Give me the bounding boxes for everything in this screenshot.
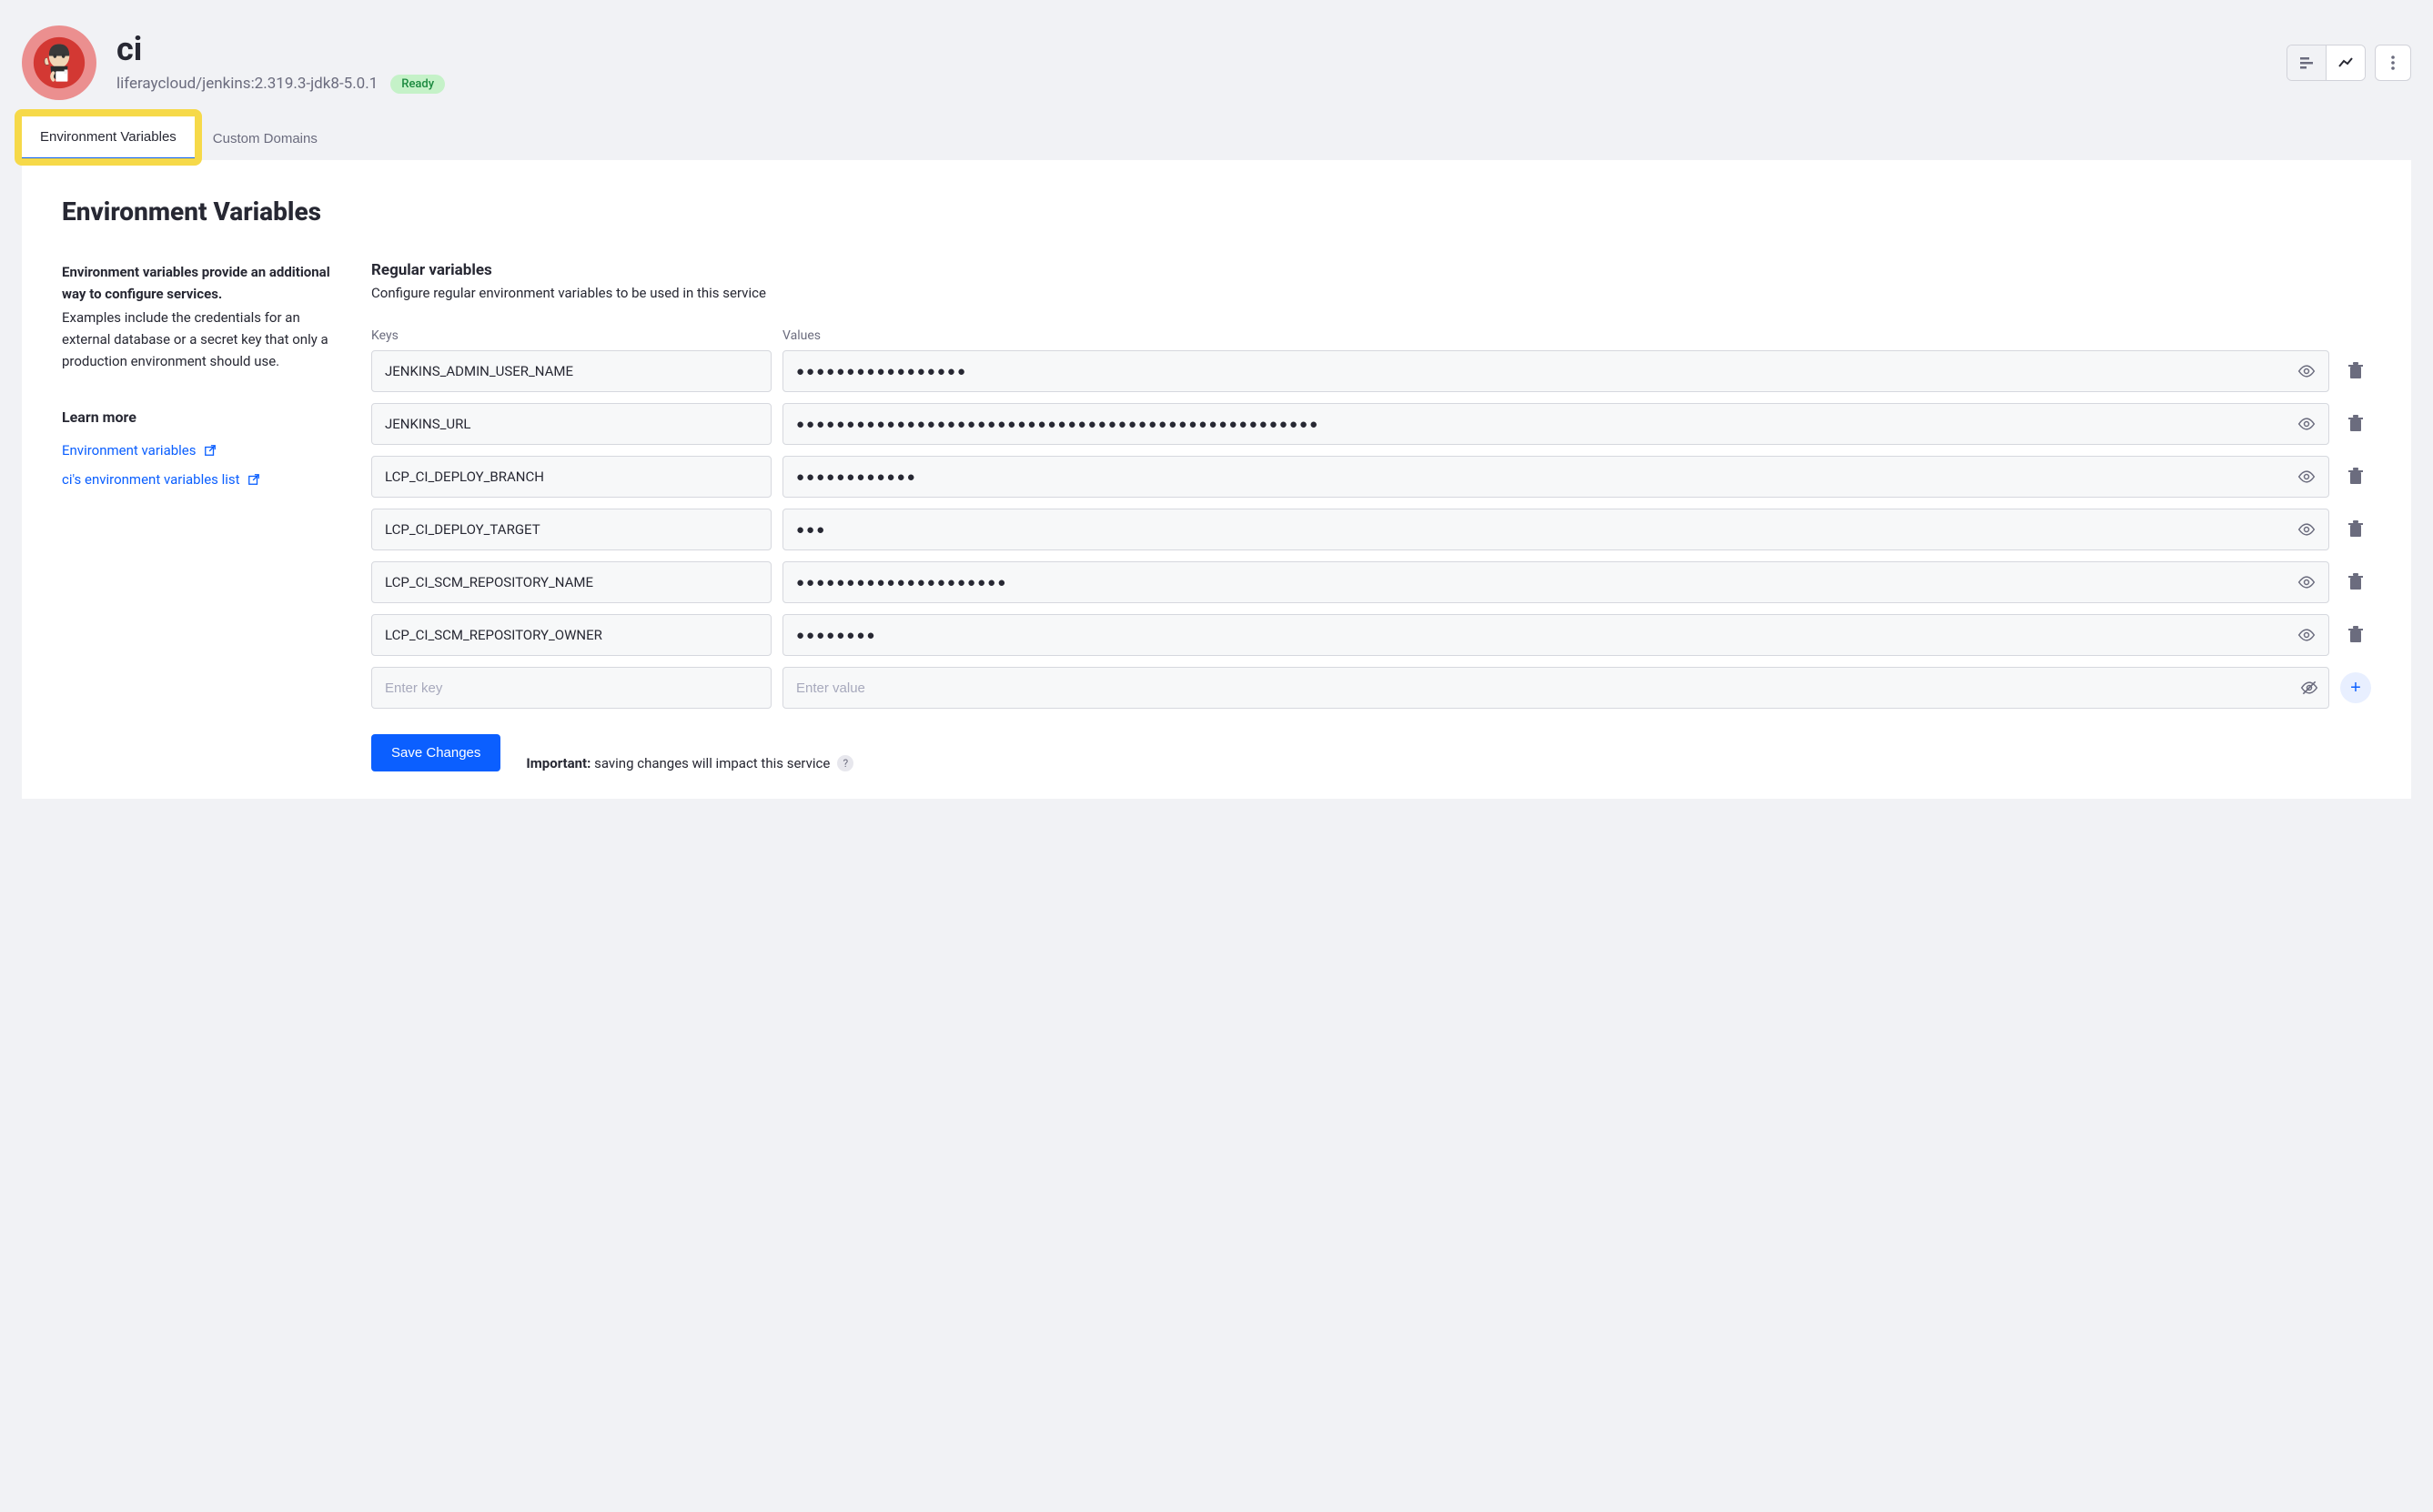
trash-icon <box>2347 520 2364 539</box>
new-variable-row: + <box>371 667 2371 709</box>
toggle-visibility-button[interactable] <box>2297 520 2316 539</box>
save-changes-button[interactable]: Save Changes <box>371 734 500 771</box>
key-input[interactable]: LCP_CI_SCM_REPOSITORY_NAME <box>371 561 772 603</box>
tab-environment-variables[interactable]: Environment Variables <box>22 116 195 160</box>
variable-row: LCP_CI_SCM_REPOSITORY_OWNER ●●●●●●●● <box>371 614 2371 656</box>
value-input[interactable]: ●●●●●●●●●●●●●●●●●●●●● <box>782 561 2329 603</box>
list-icon <box>2298 55 2315 71</box>
toggle-visibility-button[interactable] <box>2297 362 2316 380</box>
key-input[interactable]: LCP_CI_DEPLOY_BRANCH <box>371 456 772 498</box>
kebab-icon <box>2385 55 2401 71</box>
new-key-input[interactable] <box>371 667 772 709</box>
intro-strong: Environment variables provide an additio… <box>62 261 335 305</box>
link-environment-variables[interactable]: Environment variables <box>62 442 197 459</box>
toggle-visibility-button[interactable] <box>2297 468 2316 486</box>
eye-off-icon <box>2300 679 2318 697</box>
service-image-tag: liferaycloud/jenkins:2.319.3-jdk8-5.0.1 <box>116 75 378 93</box>
value-input[interactable]: ●●●●●●●●●●●●●●●●●●●●●●●●●●●●●●●●●●●●●●●●… <box>782 403 2329 445</box>
eye-icon <box>2297 415 2316 433</box>
eye-icon <box>2297 520 2316 539</box>
toggle-visibility-button[interactable] <box>2300 679 2318 697</box>
variable-row: LCP_CI_DEPLOY_BRANCH ●●●●●●●●●●●● <box>371 456 2371 498</box>
view-toggle-group <box>2287 45 2366 81</box>
trash-icon <box>2347 468 2364 486</box>
trash-icon <box>2347 362 2364 380</box>
external-link-icon <box>204 444 217 457</box>
key-input[interactable]: LCP_CI_DEPLOY_TARGET <box>371 509 772 550</box>
key-input[interactable]: LCP_CI_SCM_REPOSITORY_OWNER <box>371 614 772 656</box>
panel-title: Environment Variables <box>62 197 2371 227</box>
delete-variable-button[interactable] <box>2340 573 2371 591</box>
external-link-icon <box>247 473 260 486</box>
toggle-visibility-button[interactable] <box>2297 626 2316 644</box>
delete-variable-button[interactable] <box>2340 626 2371 644</box>
value-input[interactable]: ●●● <box>782 509 2329 550</box>
delete-variable-button[interactable] <box>2340 520 2371 539</box>
column-header-keys: Keys <box>371 328 772 343</box>
toggle-visibility-button[interactable] <box>2297 573 2316 591</box>
list-view-button[interactable] <box>2287 45 2327 80</box>
panel: Environment Variables Environment variab… <box>22 160 2411 799</box>
header-actions <box>2287 45 2411 81</box>
page-header: ci liferaycloud/jenkins:2.319.3-jdk8-5.0… <box>22 0 2411 116</box>
trash-icon <box>2347 573 2364 591</box>
variables-grid: Keys Values JENKINS_ADMIN_USER_NAME ●●●●… <box>371 328 2371 709</box>
key-input[interactable]: JENKINS_ADMIN_USER_NAME <box>371 350 772 392</box>
link-ci-env-list[interactable]: ci's environment variables list <box>62 471 240 488</box>
variable-row: JENKINS_URL ●●●●●●●●●●●●●●●●●●●●●●●●●●●●… <box>371 403 2371 445</box>
trash-icon <box>2347 415 2364 433</box>
right-column: Regular variables Configure regular envi… <box>371 261 2371 771</box>
value-input[interactable]: ●●●●●●●●●●●● <box>782 456 2329 498</box>
chart-line-icon <box>2337 55 2354 71</box>
more-menu-button[interactable] <box>2375 45 2411 81</box>
status-badge: Ready <box>390 75 445 94</box>
column-header-values: Values <box>782 328 2329 343</box>
eye-icon <box>2297 626 2316 644</box>
intro-text: Examples include the credentials for an … <box>62 307 335 372</box>
value-input[interactable]: ●●●●●●●● <box>782 614 2329 656</box>
delete-variable-button[interactable] <box>2340 362 2371 380</box>
section-title: Regular variables <box>371 261 2371 279</box>
new-value-input[interactable] <box>782 667 2329 709</box>
variable-row: JENKINS_ADMIN_USER_NAME ●●●●●●●●●●●●●●●●… <box>371 350 2371 392</box>
tab-custom-domains[interactable]: Custom Domains <box>195 116 336 160</box>
left-column: Environment variables provide an additio… <box>62 261 335 771</box>
eye-icon <box>2297 362 2316 380</box>
add-variable-button[interactable]: + <box>2340 672 2371 703</box>
eye-icon <box>2297 468 2316 486</box>
variable-row: LCP_CI_SCM_REPOSITORY_NAME ●●●●●●●●●●●●●… <box>371 561 2371 603</box>
toggle-visibility-button[interactable] <box>2297 415 2316 433</box>
eye-icon <box>2297 573 2316 591</box>
delete-variable-button[interactable] <box>2340 468 2371 486</box>
help-icon[interactable]: ? <box>837 755 853 771</box>
jenkins-icon <box>32 35 86 90</box>
key-input[interactable]: JENKINS_URL <box>371 403 772 445</box>
tabs: Environment Variables Custom Domains <box>22 116 2411 160</box>
value-input[interactable]: ●●●●●●●●●●●●●●●●● <box>782 350 2329 392</box>
important-note: Important: saving changes will impact th… <box>526 755 853 771</box>
service-avatar <box>22 25 96 100</box>
trash-icon <box>2347 626 2364 644</box>
learn-more-title: Learn more <box>62 408 335 426</box>
variable-row: LCP_CI_DEPLOY_TARGET ●●● <box>371 509 2371 550</box>
service-title: ci <box>116 33 142 66</box>
chart-view-button[interactable] <box>2327 45 2365 80</box>
section-desc: Configure regular environment variables … <box>371 285 2371 301</box>
delete-variable-button[interactable] <box>2340 415 2371 433</box>
